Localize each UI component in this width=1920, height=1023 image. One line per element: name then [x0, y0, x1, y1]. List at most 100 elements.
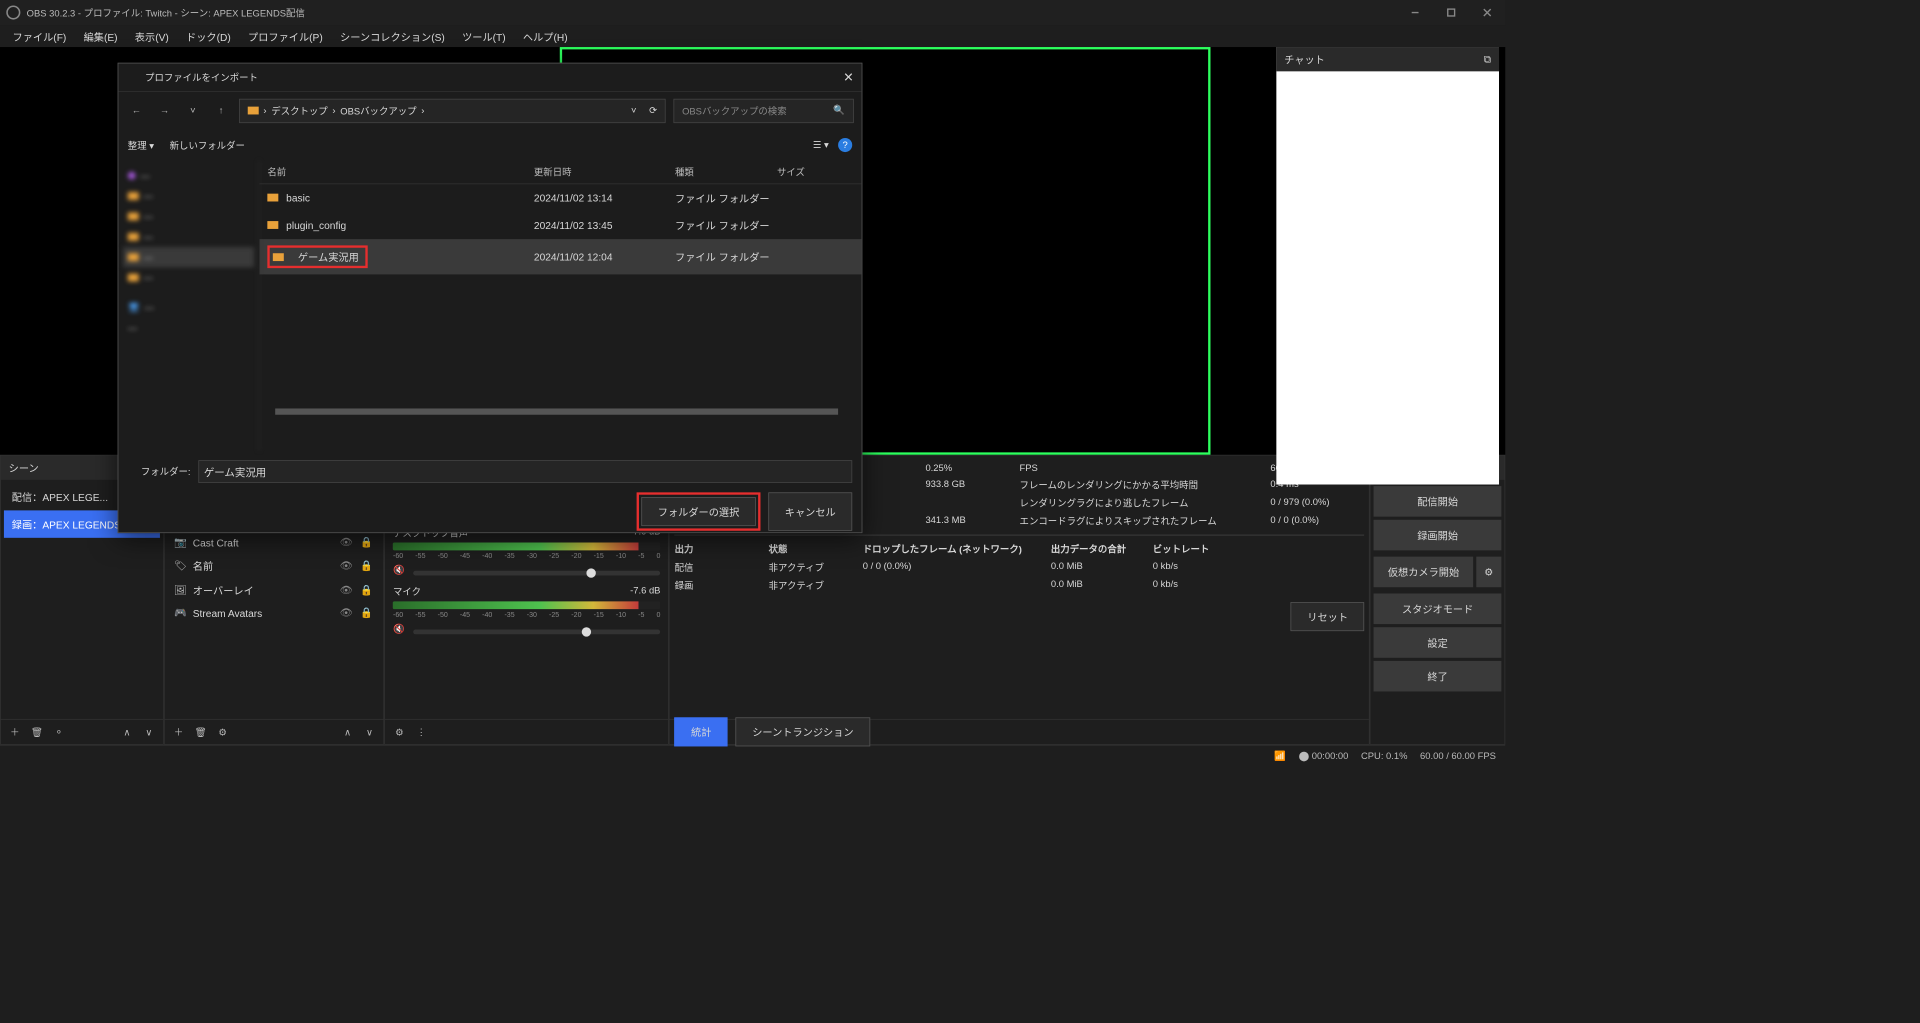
folder-label: フォルダー: [128, 465, 191, 478]
source-props-button[interactable]: ⚙ [213, 722, 232, 741]
vu-meter [393, 601, 660, 609]
start-record-button[interactable]: 録画開始 [1374, 520, 1501, 551]
refresh-icon[interactable]: ⟳ [649, 105, 657, 116]
new-folder-button[interactable]: 新しいフォルダー [170, 138, 245, 151]
studio-mode-button[interactable]: スタジオモード [1374, 593, 1501, 624]
select-folder-button[interactable]: フォルダーの選択 [641, 497, 755, 526]
reset-button[interactable]: リセット [1291, 602, 1365, 631]
source-down-button[interactable]: ∨ [360, 722, 379, 741]
folder-name-input[interactable] [198, 460, 852, 483]
cpu-usage: CPU: 0.1% [1361, 750, 1408, 761]
source-item[interactable]: 🖼オーバーレイ👁🔒 [168, 578, 381, 602]
type-column[interactable]: 種類 [675, 165, 777, 178]
lock-icon[interactable]: 🔒 [360, 584, 374, 597]
obs-logo-icon [126, 71, 139, 84]
close-button[interactable] [1469, 0, 1505, 25]
menubar: ファイル(F) 編集(E) 表示(V) ドック(D) プロファイル(P) シーン… [0, 25, 1505, 47]
eye-icon[interactable]: 👁 [340, 607, 354, 620]
folder-icon [273, 253, 284, 261]
popout-icon[interactable]: ⧉ [1484, 53, 1491, 66]
mixer-db: -7.6 dB [630, 585, 660, 598]
remove-source-button[interactable]: 🗑 [191, 722, 210, 741]
source-up-button[interactable]: ∧ [338, 722, 357, 741]
lock-icon[interactable]: 🔒 [360, 559, 374, 572]
eye-icon[interactable]: 👁 [340, 584, 354, 597]
help-icon[interactable]: ? [838, 138, 852, 152]
obs-logo-icon [6, 5, 20, 19]
maximize-button[interactable] [1433, 0, 1469, 25]
minimize-button[interactable] [1397, 0, 1433, 25]
folder-row[interactable]: ゲーム実況用 2024/11/02 12:04 ファイル フォルダー [260, 239, 862, 274]
quick-access-sidebar[interactable]: — — — — — — 🖥— — [118, 161, 259, 451]
source-item[interactable]: 🎮Stream Avatars👁🔒 [168, 602, 381, 624]
add-scene-button[interactable]: ＋ [5, 722, 24, 741]
scene-transition-button[interactable]: シーントランジション [736, 717, 870, 746]
mute-icon[interactable]: 🔇 [393, 564, 409, 575]
menu-tools[interactable]: ツール(T) [454, 25, 513, 46]
name-column[interactable]: 名前 [267, 165, 534, 178]
remove-scene-button[interactable]: 🗑 [27, 722, 46, 741]
organize-button[interactable]: 整理 ▾ [128, 138, 154, 151]
filter-icon[interactable]: ⚬ [49, 722, 68, 741]
menu-file[interactable]: ファイル(F) [5, 25, 74, 46]
add-source-button[interactable]: ＋ [169, 722, 188, 741]
menu-view[interactable]: 表示(V) [127, 25, 177, 46]
chevron-down-icon[interactable]: ˅ [631, 105, 637, 116]
folder-icon [267, 221, 278, 229]
titlebar: OBS 30.2.3 - プロファイル: Twitch - シーン: APEX … [0, 0, 1505, 25]
settings-button[interactable]: 設定 [1374, 627, 1501, 658]
path-bar[interactable]: › デスクトップ › OBSバックアップ › ˅ ⟳ [239, 98, 665, 122]
fps-display: 60.00 / 60.00 FPS [1420, 750, 1496, 761]
gear-icon[interactable]: ⚙ [1476, 557, 1501, 588]
nav-up-button[interactable]: ↑ [211, 100, 231, 120]
vu-meter [393, 543, 660, 551]
scene-down-button[interactable]: ∨ [139, 722, 158, 741]
stats-button[interactable]: 統計 [675, 717, 728, 746]
virtual-camera-button[interactable]: 仮想カメラ開始 [1374, 557, 1473, 588]
menu-profile[interactable]: プロファイル(P) [240, 25, 330, 46]
menu-edit[interactable]: 編集(E) [76, 25, 126, 46]
view-mode-button[interactable]: ☰ ▾ [813, 140, 829, 151]
tag-icon: 🏷 [174, 559, 187, 572]
folder-row[interactable]: basic 2024/11/02 13:14 ファイル フォルダー [260, 184, 862, 211]
chat-panel: チャット ⧉ [1276, 47, 1499, 484]
search-input[interactable]: OBSバックアップの検索 🔍 [673, 98, 853, 122]
nav-recent-button[interactable]: ˅ [183, 100, 203, 120]
nav-back-button[interactable]: ← [126, 100, 146, 120]
nav-forward-button[interactable]: → [154, 100, 174, 120]
scene-up-button[interactable]: ∧ [117, 722, 136, 741]
cancel-button[interactable]: キャンセル [768, 492, 852, 530]
folder-icon [248, 107, 259, 115]
source-item[interactable]: 🏷名前👁🔒 [168, 554, 381, 578]
scrollbar[interactable] [275, 408, 838, 414]
search-icon: 🔍 [833, 104, 845, 117]
scenes-title: シーン [9, 460, 39, 475]
close-icon[interactable]: ✕ [843, 69, 854, 85]
rec-time: ⬤ 00:00:00 [1299, 750, 1349, 761]
size-column[interactable]: サイズ [777, 165, 840, 178]
mixer-settings-button[interactable]: ⚙ [390, 722, 409, 741]
folder-select-dialog: プロファイルをインポート ✕ ← → ˅ ↑ › デスクトップ › OBSバック… [118, 63, 863, 533]
menu-help[interactable]: ヘルプ(H) [515, 25, 575, 46]
menu-scene-collection[interactable]: シーンコレクション(S) [332, 25, 452, 46]
start-stream-button[interactable]: 配信開始 [1374, 486, 1501, 517]
file-list: 名前 更新日時 種類 サイズ basic 2024/11/02 13:14 ファ… [260, 161, 862, 451]
mute-icon[interactable]: 🔇 [393, 623, 409, 634]
game-icon: 🎮 [174, 607, 187, 620]
dialog-title: プロファイルをインポート [145, 71, 258, 84]
window-title: OBS 30.2.3 - プロファイル: Twitch - シーン: APEX … [27, 6, 1397, 19]
volume-slider[interactable] [413, 571, 660, 576]
menu-dock[interactable]: ドック(D) [178, 25, 238, 46]
volume-slider[interactable] [413, 630, 660, 635]
statusbar: 📶 ⬤ 00:00:00 CPU: 0.1% 60.00 / 60.00 FPS [0, 745, 1505, 765]
mixer-menu-button[interactable]: ⋮ [412, 722, 431, 741]
controls-dock: コントロール⧉ 配信開始 録画開始 仮想カメラ開始⚙ スタジオモード 設定 終了 [1370, 455, 1505, 745]
chat-title: チャット [1284, 52, 1325, 67]
folder-row[interactable]: plugin_config 2024/11/02 13:45 ファイル フォルダ… [260, 212, 862, 239]
eye-icon[interactable]: 👁 [340, 559, 354, 572]
exit-button[interactable]: 終了 [1374, 661, 1501, 692]
date-column[interactable]: 更新日時 [534, 165, 675, 178]
lock-icon[interactable]: 🔒 [360, 607, 374, 620]
folder-icon [267, 194, 278, 202]
image-icon: 🖼 [174, 584, 187, 597]
